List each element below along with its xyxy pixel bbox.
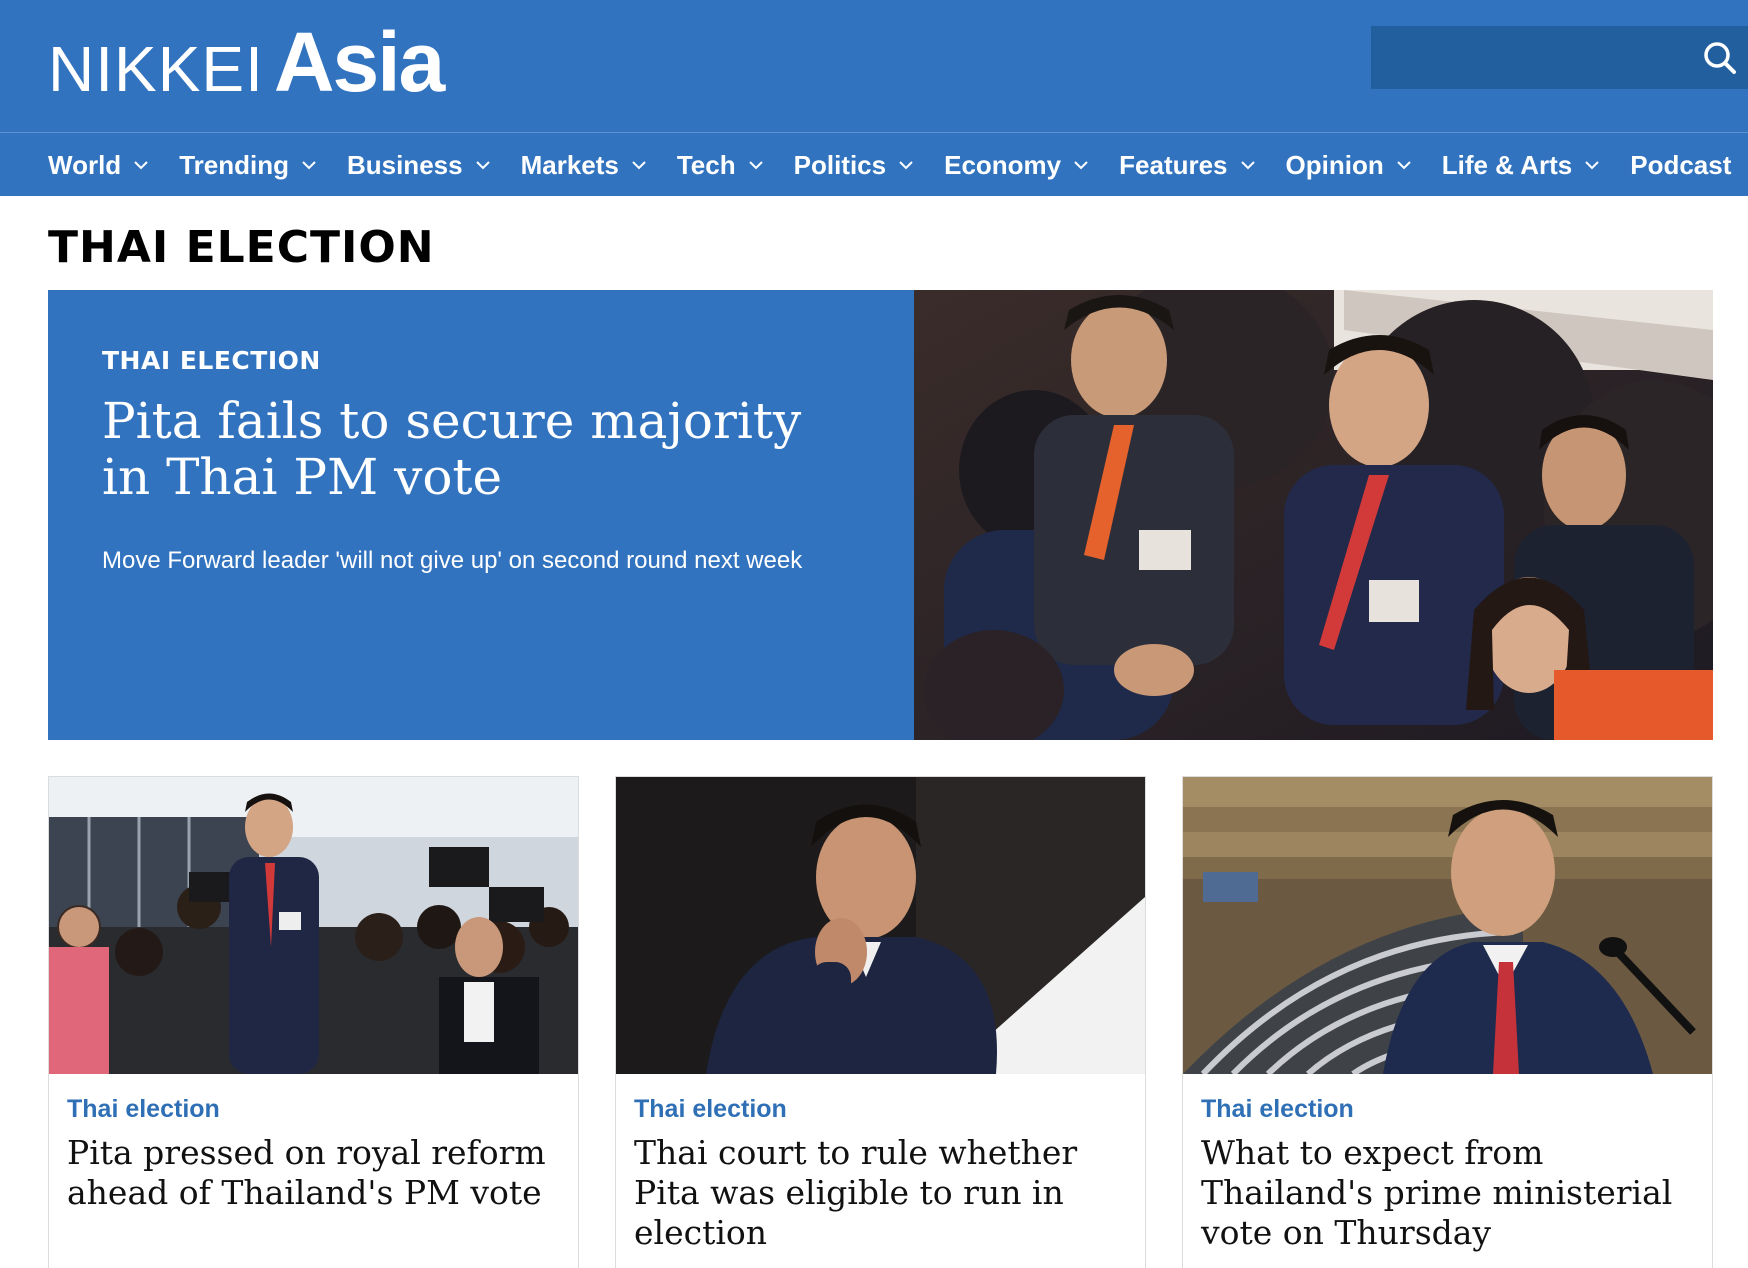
chevron-down-icon[interactable]	[748, 160, 764, 170]
hero-kicker[interactable]: THAI ELECTION	[102, 346, 860, 375]
nav-item-label: Opinion	[1285, 149, 1384, 180]
logo-asia-text: Asia	[273, 15, 445, 109]
hero-photo-illustration	[914, 290, 1713, 740]
hero-story[interactable]: THAI ELECTION Pita fails to secure major…	[48, 290, 1713, 740]
nav-item-life-arts[interactable]: Life & Arts	[1442, 150, 1601, 181]
chevron-down-icon[interactable]	[1584, 160, 1600, 170]
story-card-1-tag[interactable]: Thai election	[67, 1095, 220, 1124]
hero-headline[interactable]: Pita fails to secure majority in Thai PM…	[102, 393, 860, 505]
search-icon[interactable]	[1700, 38, 1740, 78]
story-card-1-illustration	[49, 777, 578, 1074]
chevron-down-icon[interactable]	[1396, 160, 1412, 170]
hero-photo[interactable]	[914, 290, 1713, 740]
story-card-1-photo[interactable]	[49, 777, 578, 1074]
story-card-3-photo[interactable]	[1183, 777, 1712, 1074]
chevron-down-icon[interactable]	[301, 160, 317, 170]
nav-item-tech[interactable]: Tech	[677, 150, 764, 181]
chevron-down-icon[interactable]	[133, 160, 149, 170]
nav-item-label: Podcast	[1630, 149, 1732, 180]
nav-item-business[interactable]: Business	[347, 150, 491, 181]
nav-item-label: Trending	[179, 149, 289, 180]
search-input[interactable]	[1371, 26, 1748, 89]
nav-item-markets[interactable]: Markets	[521, 150, 647, 181]
nav-item-features[interactable]: Features	[1119, 150, 1255, 181]
story-card-3-illustration	[1183, 777, 1712, 1074]
chevron-down-icon[interactable]	[1240, 160, 1256, 170]
story-card-2-title[interactable]: Thai court to rule whether Pita was elig…	[634, 1133, 1134, 1253]
nav-item-label: World	[48, 149, 122, 180]
nav-item-label: Business	[346, 149, 463, 180]
chevron-down-icon[interactable]	[898, 160, 914, 170]
nav-item-politics[interactable]: Politics	[794, 150, 914, 181]
chevron-down-icon[interactable]	[631, 160, 647, 170]
main-navigation: World Trending Business Markets Tech Politics…	[0, 132, 1748, 196]
chevron-down-icon[interactable]	[1073, 160, 1089, 170]
nav-item-opinion[interactable]: Opinion	[1286, 150, 1412, 181]
nav-item-podcast[interactable]: Podcast	[1630, 150, 1731, 181]
logo-nikkei-text: NIKKEI	[48, 33, 264, 105]
story-card-3-tag[interactable]: Thai election	[1201, 1095, 1354, 1124]
hero-text-panel[interactable]: THAI ELECTION Pita fails to secure major…	[48, 290, 914, 740]
top-header: NIKKEI Asia	[0, 0, 1748, 132]
story-card-1[interactable]: Thai election Pita pressed on royal refo…	[48, 776, 579, 1268]
page-title: THAI ELECTION	[48, 222, 435, 273]
nav-item-world[interactable]: World	[48, 150, 149, 181]
story-card-2-tag[interactable]: Thai election	[634, 1095, 787, 1124]
nav-item-label: Economy	[944, 149, 1062, 180]
nikkei-asia-logo[interactable]: NIKKEI Asia	[48, 15, 445, 109]
nav-item-economy[interactable]: Economy	[944, 150, 1089, 181]
nav-item-label: Politics	[793, 149, 887, 180]
chevron-down-icon[interactable]	[475, 160, 491, 170]
hero-subhead: Move Forward leader 'will not give up' o…	[102, 547, 803, 574]
story-card-2-illustration	[616, 777, 1145, 1074]
nav-item-trending[interactable]: Trending	[179, 150, 317, 181]
story-card-3-title[interactable]: What to expect from Thailand's prime min…	[1201, 1133, 1701, 1253]
story-card-2-photo[interactable]	[616, 777, 1145, 1074]
nav-list: World Trending Business Markets Tech Politics…	[48, 133, 1731, 197]
story-card-1-title[interactable]: Pita pressed on royal reform ahead of Th…	[67, 1133, 567, 1213]
nav-item-label: Tech	[676, 149, 736, 180]
story-card-2[interactable]: Thai election Thai court to rule whether…	[615, 776, 1146, 1268]
story-card-3[interactable]: Thai election What to expect from Thaila…	[1182, 776, 1713, 1268]
nav-item-label: Markets	[520, 149, 619, 180]
nav-item-label: Features	[1119, 149, 1228, 180]
nav-item-label: Life & Arts	[1441, 149, 1573, 180]
